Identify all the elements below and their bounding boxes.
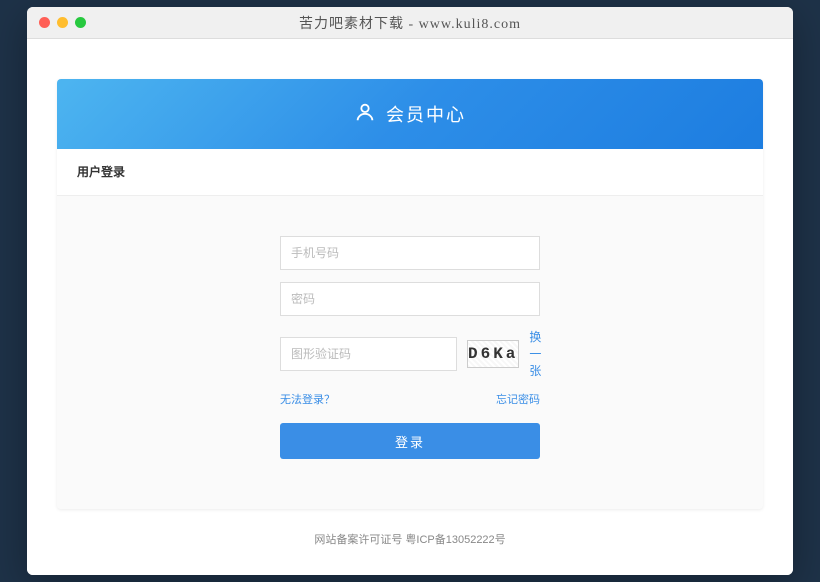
window-title: 苦力吧素材下载 - www.kuli8.com (27, 13, 793, 33)
help-links: 无法登录？ 忘记密码 (280, 391, 540, 407)
cannot-login-link[interactable]: 无法登录？ (280, 391, 335, 407)
login-form: D6Ka 换一张 无法登录？ 忘记密码 登录 (57, 196, 763, 509)
login-button[interactable]: 登录 (280, 423, 540, 459)
maximize-icon[interactable] (75, 17, 86, 28)
page-content: 会员中心 用户登录 D6Ka 换一张 无法登录？ 忘记密码 (27, 39, 793, 575)
captcha-input[interactable] (280, 337, 457, 371)
titlebar: 苦力吧素材下载 - www.kuli8.com (27, 7, 793, 39)
tab-login[interactable]: 用户登录 (77, 165, 125, 179)
card-header: 会员中心 (57, 79, 763, 149)
license-number: 粤ICP备13052222号 (405, 534, 505, 546)
phone-input[interactable] (280, 236, 540, 270)
minimize-icon[interactable] (57, 17, 68, 28)
captcha-row: D6Ka 换一张 (280, 328, 540, 379)
license-label: 网站备案许可证号 (314, 534, 402, 546)
browser-window: 苦力吧素材下载 - www.kuli8.com 会员中心 用户登录 D6Ka (27, 7, 793, 575)
captcha-image: D6Ka (467, 340, 519, 368)
user-icon (354, 101, 376, 128)
close-icon[interactable] (39, 17, 50, 28)
tab-bar: 用户登录 (57, 149, 763, 196)
window-controls (39, 17, 86, 28)
password-input[interactable] (280, 282, 540, 316)
forgot-password-link[interactable]: 忘记密码 (496, 391, 540, 407)
login-card: 会员中心 用户登录 D6Ka 换一张 无法登录？ 忘记密码 (57, 79, 763, 509)
footer: 网站备案许可证号 粤ICP备13052222号 (57, 509, 763, 555)
refresh-captcha-link[interactable]: 换一张 (529, 328, 541, 379)
header-title: 会员中心 (386, 101, 466, 127)
